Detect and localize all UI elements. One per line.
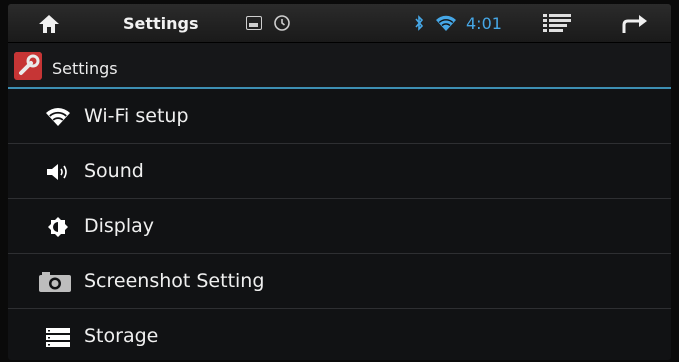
- list-item-label: Sound: [84, 160, 144, 182]
- brightness-icon: [48, 217, 68, 237]
- speaker-icon: [47, 164, 67, 180]
- settings-list: Wi-Fi setup Sound Display Screenshot Set…: [8, 89, 671, 360]
- sync-icon: [274, 15, 290, 31]
- status-bar: Settings 4:01: [8, 4, 671, 43]
- wifi-icon: [46, 108, 70, 126]
- settings-app-icon: [14, 52, 42, 80]
- back-icon[interactable]: [621, 14, 649, 34]
- page-title: Settings: [52, 59, 118, 78]
- list-item-label: Display: [84, 215, 155, 237]
- settings-header: Settings: [8, 43, 671, 89]
- device-screen: Settings 4:01 Settings Wi-Fi setup Sound…: [8, 4, 671, 360]
- status-time: 4:01: [466, 14, 502, 33]
- home-icon[interactable]: [38, 14, 60, 34]
- list-item-screenshot-setting[interactable]: Screenshot Setting: [8, 254, 671, 309]
- list-item-storage[interactable]: Storage: [8, 309, 671, 360]
- wifi-icon: [436, 15, 456, 31]
- camera-icon: [39, 272, 71, 292]
- list-item-wifi-setup[interactable]: Wi-Fi setup: [8, 89, 671, 144]
- status-title: Settings: [123, 14, 199, 33]
- picture-icon: [246, 16, 262, 30]
- list-item-label: Storage: [84, 325, 159, 347]
- bluetooth-icon: [415, 15, 424, 31]
- menu-icon[interactable]: [543, 14, 571, 32]
- list-item-label: Wi-Fi setup: [84, 105, 189, 127]
- list-item-sound[interactable]: Sound: [8, 144, 671, 199]
- storage-icon: [46, 328, 70, 347]
- list-item-display[interactable]: Display: [8, 199, 671, 254]
- list-item-label: Screenshot Setting: [84, 270, 265, 292]
